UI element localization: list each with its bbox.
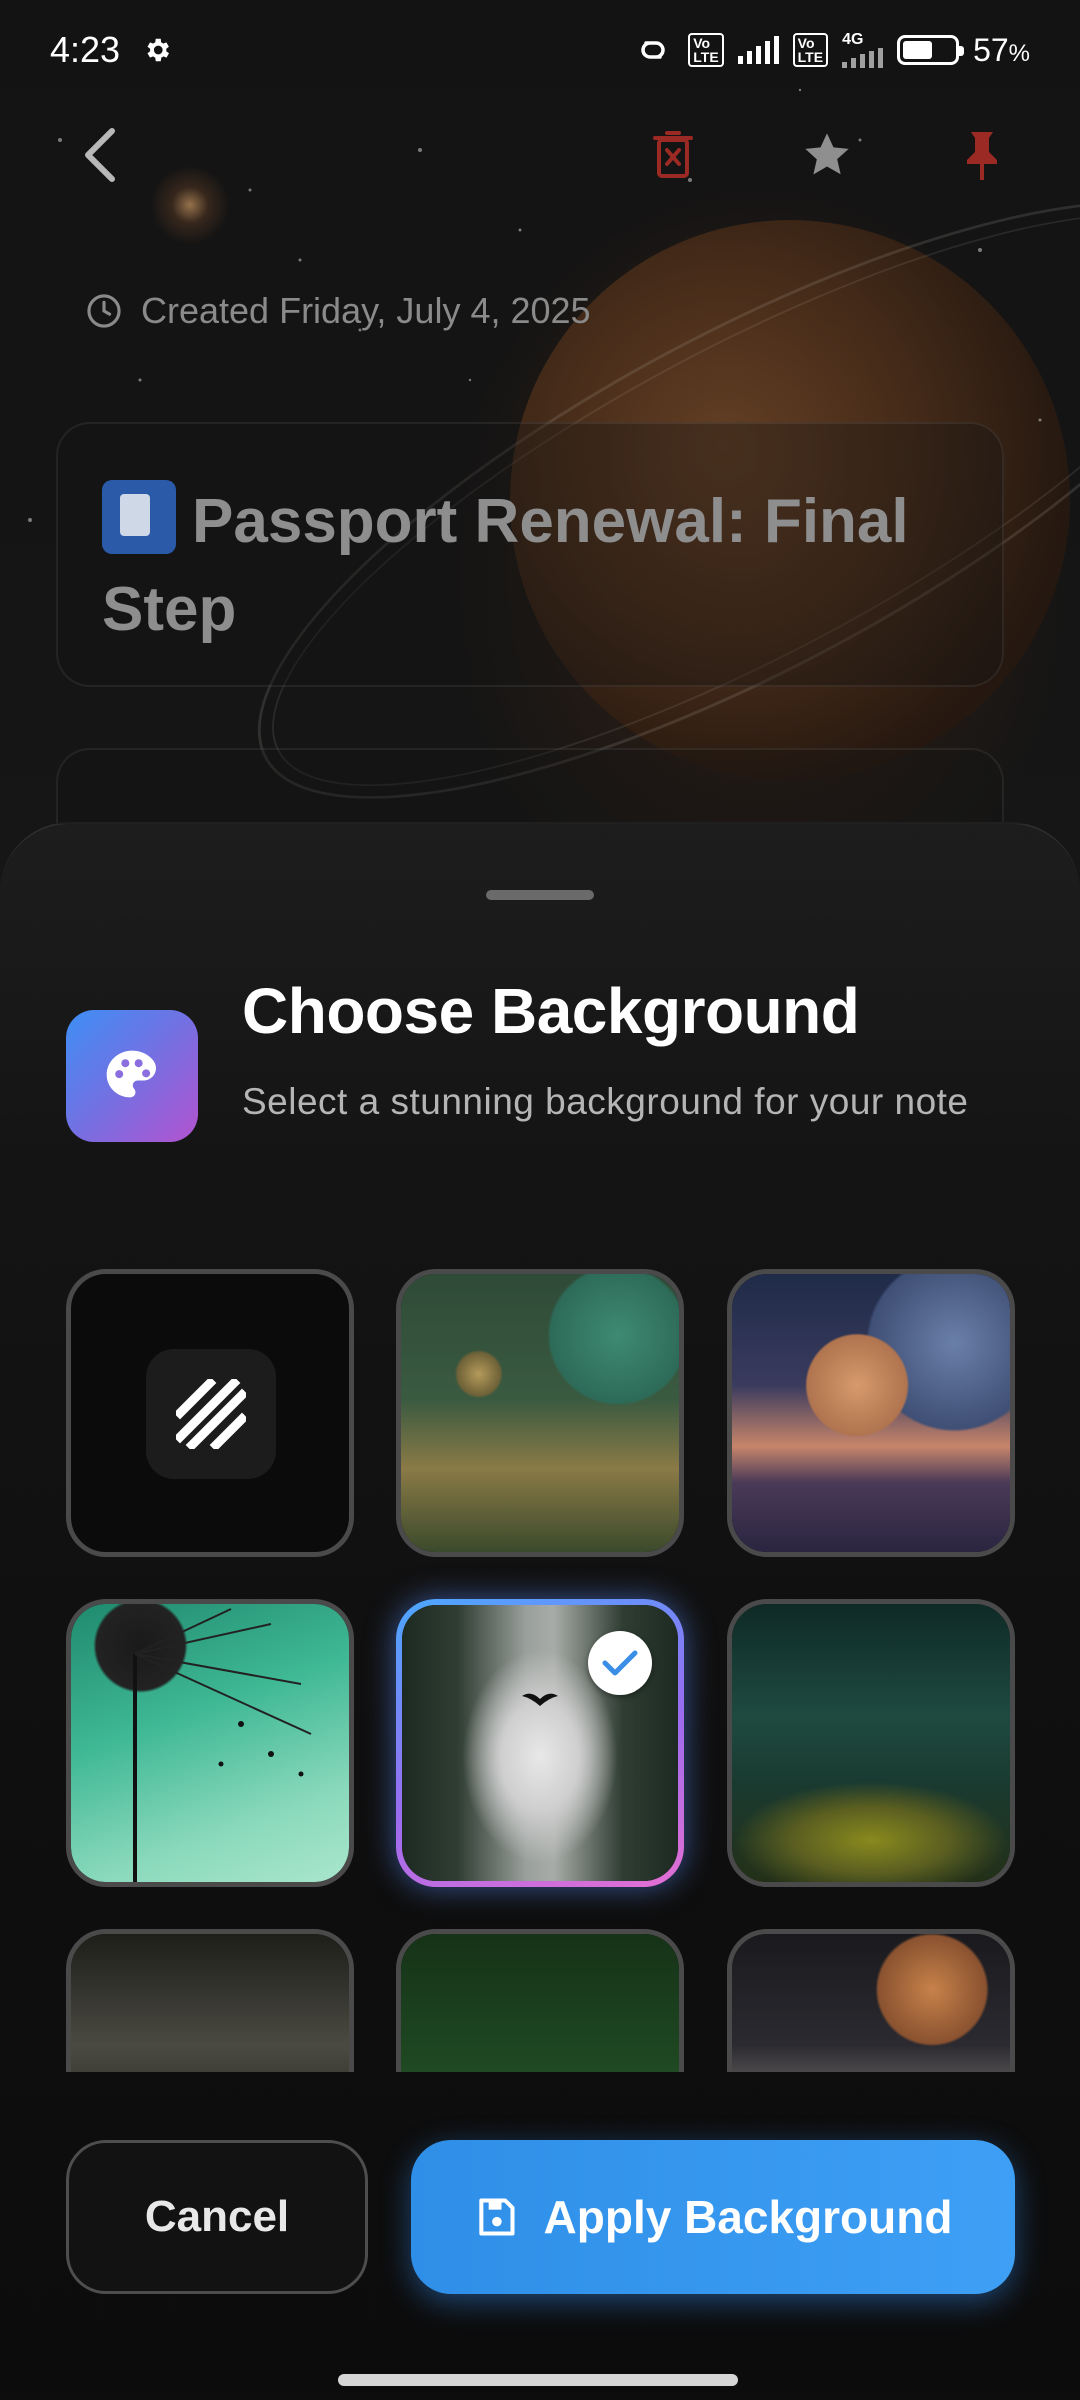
created-date: Created Friday, July 4, 2025 (85, 290, 591, 332)
background-option-saturn-landscape[interactable] (727, 1929, 1015, 2072)
note-title: Passport Renewal: Final Step (102, 487, 909, 644)
background-option-misty-forest[interactable] (396, 1599, 684, 1887)
background-thumbnail (401, 1934, 679, 2072)
battery-level: 57 (973, 31, 1009, 68)
background-thumbnail (732, 1604, 1010, 1882)
apply-background-button[interactable]: Apply Background (411, 2140, 1015, 2294)
gear-icon (147, 38, 170, 62)
background-option-saturn-clouds[interactable] (727, 1269, 1015, 1557)
drag-handle[interactable] (486, 890, 594, 900)
check-icon (602, 1650, 638, 1676)
cancel-button[interactable]: Cancel (66, 2140, 368, 2294)
background-option-green-tree[interactable] (396, 1929, 684, 2072)
delete-button[interactable] (633, 115, 713, 195)
link-icon (641, 41, 665, 59)
volte-badge: Vo LTE (792, 33, 829, 67)
palette-icon-badge (66, 1010, 198, 1142)
star-icon (805, 133, 849, 175)
no-background-icon (176, 1379, 246, 1449)
save-icon (478, 2198, 515, 2236)
passport-control-icon (102, 480, 176, 554)
no-background-badge (146, 1349, 276, 1479)
note-toolbar (0, 115, 1080, 195)
bird-art (522, 1693, 558, 1706)
back-button[interactable] (60, 115, 140, 195)
pin-icon (967, 132, 997, 180)
background-thumbnail (401, 1274, 679, 1552)
battery-icon (897, 35, 965, 65)
background-thumbnail (732, 1934, 1010, 2072)
background-grid (0, 1269, 1080, 2072)
status-right: Vo LTE Vo LTE 4G 57% (632, 32, 1030, 69)
background-thumbnail (71, 1934, 349, 2072)
battery-unit: % (1008, 39, 1030, 67)
background-option-forest-glade[interactable] (727, 1599, 1015, 1887)
signal-icon (842, 48, 884, 68)
pin-button[interactable] (942, 115, 1022, 195)
note-title-card[interactable]: Passport Renewal: Final Step (56, 422, 1004, 687)
back-icon (85, 128, 115, 182)
selected-check-badge (588, 1631, 652, 1695)
background-option-green-planet-meadow[interactable] (396, 1269, 684, 1557)
favorite-button[interactable] (787, 115, 867, 195)
status-bar: 4:23 Vo LTE Vo LTE 4G 57% (0, 0, 1080, 100)
dandelion-art (133, 1608, 312, 1882)
network-type: 4G (842, 31, 864, 48)
background-option-mountains[interactable] (66, 1929, 354, 2072)
palette-icon (106, 1050, 156, 1098)
background-picker-sheet: Choose Background Select a stunning back… (0, 822, 1080, 2400)
home-indicator[interactable] (338, 2374, 738, 2386)
background-option-dandelion[interactable] (66, 1599, 354, 1887)
sheet-subtitle: Select a stunning background for your no… (242, 1081, 969, 1122)
delete-icon (653, 131, 693, 178)
clock-icon (87, 294, 121, 328)
signal-icon (737, 36, 779, 64)
background-thumbnail (732, 1274, 1010, 1552)
apply-background-label: Apply Background (543, 2191, 953, 2243)
sheet-title: Choose Background (242, 975, 860, 1047)
background-option-none[interactable] (66, 1269, 354, 1557)
created-date-text: Created Friday, July 4, 2025 (141, 290, 591, 331)
status-time: 4:23 (50, 29, 121, 70)
volte-badge: Vo LTE (688, 33, 724, 67)
